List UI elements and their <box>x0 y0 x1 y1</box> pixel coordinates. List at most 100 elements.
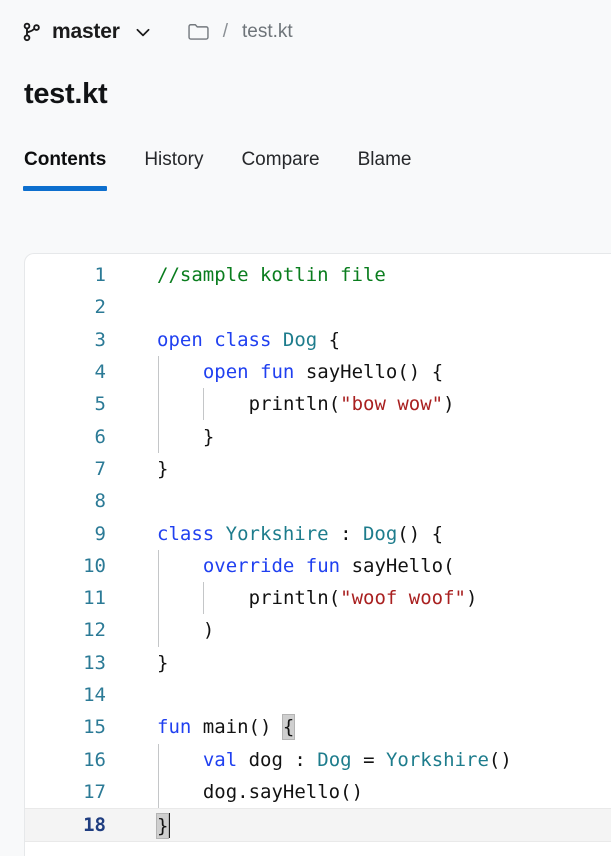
tab-blame[interactable]: Blame <box>358 149 412 199</box>
code-token-punct <box>191 781 202 803</box>
code-token-punct: ( <box>397 361 409 384</box>
line-number: 6 <box>94 425 106 448</box>
code-token-punct: ( <box>248 716 260 739</box>
code-line-text[interactable]: class Yorkshire : Dog() { <box>106 523 611 545</box>
code-line[interactable]: 17 dog.sayHello() <box>25 776 611 808</box>
code-token-punct <box>180 587 191 609</box>
code-token-punct <box>237 393 248 415</box>
code-token-punct <box>157 619 168 641</box>
code-token-keyword: fun <box>260 361 295 384</box>
code-token-identifier: dog <box>202 780 238 803</box>
code-line[interactable]: 9 class Yorkshire : Dog() { <box>25 517 611 549</box>
code-token-identifier: sayHello <box>248 780 341 803</box>
code-line[interactable]: 13} <box>25 647 611 679</box>
code-line-text[interactable]: println("woof woof") <box>106 587 611 609</box>
code-token-punct <box>203 393 214 415</box>
code-token-punct <box>191 393 202 415</box>
code-line[interactable]: 12 ) <box>25 614 611 646</box>
page-title: test.kt <box>24 78 108 110</box>
code-line[interactable]: 15 fun main() { <box>25 711 611 743</box>
line-number: 7 <box>94 457 106 480</box>
code-token-punct: { <box>328 328 341 351</box>
code-line[interactable]: 8 <box>25 485 611 517</box>
code-token-punct <box>294 361 305 383</box>
code-token-punct <box>317 329 328 351</box>
code-token-punct <box>420 523 431 545</box>
code-lines[interactable]: 1//sample kotlin file 2 3 open class Dog {… <box>25 254 611 843</box>
code-token-punct <box>168 587 179 609</box>
line-number: 10 <box>83 554 106 577</box>
code-line[interactable]: 2 <box>25 291 611 323</box>
code-token-punct: ) <box>408 522 421 545</box>
folder-icon[interactable] <box>188 23 209 41</box>
line-number: 5 <box>94 393 106 416</box>
code-token-punct <box>352 523 363 545</box>
tab-history[interactable]: History <box>144 149 203 199</box>
code-token-type: Yorkshire <box>225 522 329 545</box>
code-line[interactable]: 7} <box>25 453 611 485</box>
code-line-text[interactable]: open fun sayHello() { <box>106 361 611 383</box>
code-line[interactable]: 3 open class Dog { <box>25 324 611 356</box>
code-token-punct <box>168 781 179 803</box>
code-line[interactable]: 14 <box>25 679 611 711</box>
code-line[interactable]: 10 override fun sayHello( <box>25 550 611 582</box>
code-token-punct: ( <box>340 780 352 803</box>
code-token-type: Yorkshire <box>385 748 489 771</box>
line-number: 17 <box>83 780 106 803</box>
code-token-identifier: dog <box>248 748 283 771</box>
code-line-text[interactable] <box>106 296 611 318</box>
line-number: 9 <box>94 522 106 545</box>
code-token-punct <box>157 555 168 577</box>
code-line[interactable]: 4 open fun sayHello() { <box>25 356 611 388</box>
code-token-punct: } <box>157 651 169 674</box>
tab-bar: Contents History Compare Blame <box>22 141 611 199</box>
code-line-text[interactable]: } <box>106 652 611 674</box>
code-line[interactable]: 5 println("bow wow") <box>25 388 611 420</box>
code-line[interactable]: 11 println("woof woof") <box>25 582 611 614</box>
code-line-text[interactable]: ) <box>106 619 611 641</box>
code-token-punct <box>191 619 202 641</box>
tab-label: History <box>144 149 204 170</box>
code-line-text[interactable]: } <box>106 426 611 448</box>
code-line[interactable]: 1 //sample kotlin file <box>25 259 611 291</box>
code-token-punct <box>306 749 317 771</box>
code-token-punct: : <box>294 748 306 771</box>
breadcrumb-file-name[interactable]: test.kt <box>242 21 293 43</box>
code-token-punct <box>249 361 260 383</box>
code-token-punct: ) <box>466 587 478 610</box>
code-token-punct <box>203 587 214 609</box>
code-token-punct <box>157 781 168 803</box>
code-line[interactable]: 6 } <box>25 420 611 452</box>
tab-label: Contents <box>24 149 107 170</box>
code-token-punct <box>420 361 431 383</box>
tab-compare[interactable]: Compare <box>241 149 319 199</box>
code-line-text[interactable]: val dog : Dog = Yorkshire() <box>106 749 611 771</box>
branch-selector[interactable]: master <box>22 20 152 44</box>
code-token-punct <box>271 716 282 738</box>
code-line-text[interactable] <box>106 684 611 706</box>
code-line[interactable]: 18} <box>25 808 611 843</box>
code-token-punct: { <box>431 361 444 384</box>
code-line-text[interactable]: } <box>106 812 611 839</box>
code-token-punct <box>237 587 248 609</box>
code-token-punct: ) <box>351 780 364 803</box>
code-token-punct <box>214 587 225 609</box>
code-line-text[interactable]: dog.sayHello() <box>106 781 611 803</box>
code-token-identifier: sayHello <box>305 361 398 384</box>
code-token-punct <box>375 749 386 771</box>
code-token-punct <box>214 393 225 415</box>
code-line-text[interactable] <box>106 490 611 512</box>
chevron-down-icon[interactable] <box>134 23 152 41</box>
code-line-text[interactable]: println("bow wow") <box>106 393 611 415</box>
tab-contents[interactable]: Contents <box>22 149 108 199</box>
code-line[interactable]: 16 val dog : Dog = Yorkshire() <box>25 743 611 775</box>
code-line-text[interactable]: //sample kotlin file <box>106 264 611 286</box>
code-token-punct <box>191 716 202 738</box>
code-line-text[interactable]: fun main() { <box>106 714 611 741</box>
code-line-text[interactable]: } <box>106 458 611 480</box>
code-token-punct <box>191 587 202 609</box>
code-line-text[interactable]: override fun sayHello( <box>106 555 611 577</box>
code-token-keyword: class <box>214 328 272 351</box>
code-line-text[interactable]: open class Dog { <box>106 329 611 351</box>
code-token-punct <box>271 329 282 351</box>
